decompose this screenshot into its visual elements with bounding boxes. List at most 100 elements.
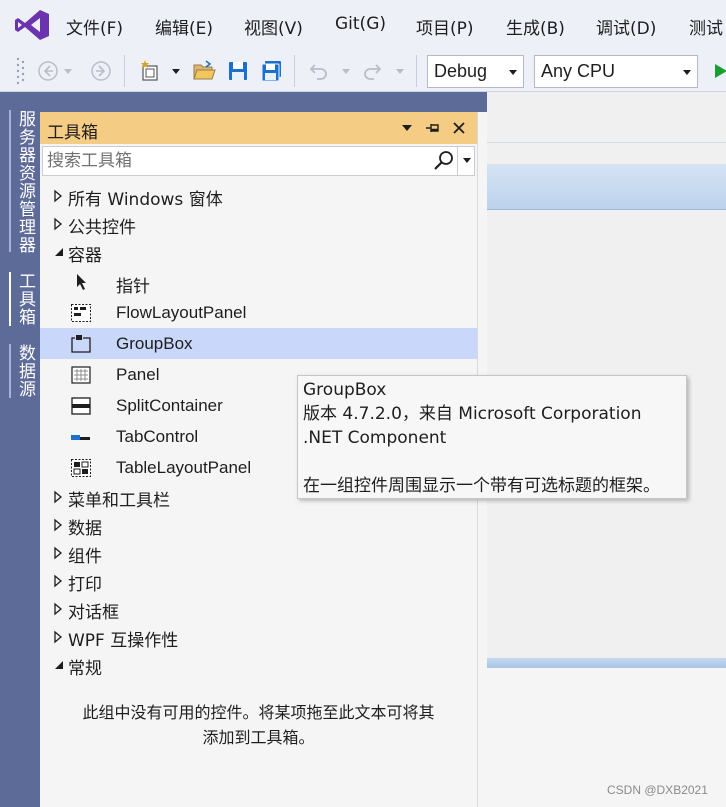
solution-configuration-select[interactable]: Debug — [427, 55, 524, 88]
new-project-icon[interactable] — [137, 57, 165, 85]
group-dialogs[interactable]: 对话框 — [40, 595, 477, 623]
tablelayoutpanel-icon — [71, 459, 91, 477]
flowlayoutpanel-icon — [71, 304, 91, 322]
redo-dropdown-icon[interactable] — [394, 62, 406, 80]
menu-view[interactable]: 视图(V) — [244, 14, 303, 39]
visual-studio-logo-icon[interactable] — [14, 9, 50, 41]
empty-message-line: 此组中没有可用的控件。将某项拖至此文本可将其 — [82, 703, 435, 722]
pointer-icon — [77, 274, 86, 290]
group-general[interactable]: 常规 — [40, 651, 477, 679]
groupbox-icon — [71, 335, 91, 353]
group-label: 数据 — [68, 519, 102, 539]
item-label: Panel — [116, 365, 160, 384]
designer-tab-area — [487, 142, 726, 164]
menu-bar: 文件(F) 编辑(E) 视图(V) Git(G) 项目(P) 生成(B) 调试(… — [0, 0, 726, 50]
group-containers[interactable]: 容器 — [40, 238, 477, 266]
expand-triangle-icon[interactable] — [52, 518, 66, 532]
save-icon[interactable] — [224, 57, 252, 85]
menu-test[interactable]: 测试 — [689, 14, 723, 39]
pin-icon[interactable] — [423, 118, 443, 138]
group-all-windows-forms[interactable]: 所有 Windows 窗体 — [40, 182, 477, 210]
menu-build[interactable]: 生成(B) — [506, 14, 565, 39]
back-dropdown-icon[interactable] — [62, 62, 74, 80]
item-label: FlowLayoutPanel — [116, 303, 247, 322]
tab-toolbox[interactable]: 工具箱 — [13, 272, 38, 326]
item-label: GroupBox — [116, 334, 193, 353]
empty-group-message: 此组中没有可用的控件。将某项拖至此文本可将其 添加到工具箱。 — [40, 700, 477, 750]
groupbox-tooltip: GroupBox 版本 4.7.2.0，来自 Microsoft Corpora… — [297, 375, 687, 499]
form-bottom-border — [487, 658, 726, 668]
collapse-triangle-icon[interactable] — [52, 658, 66, 672]
group-label: 公共控件 — [68, 218, 136, 238]
group-wpf-interop[interactable]: WPF 互操作性 — [40, 623, 477, 651]
group-label: 对话框 — [68, 603, 119, 623]
menu-git[interactable]: Git(G) — [335, 14, 386, 34]
form-title-bar[interactable] — [487, 164, 726, 210]
search-icon[interactable] — [433, 150, 455, 172]
toolbox-item-groupbox[interactable]: GroupBox — [40, 328, 477, 359]
new-project-dropdown-icon[interactable] — [170, 62, 182, 80]
toolbox-search-box — [42, 146, 475, 176]
search-input[interactable] — [47, 149, 417, 173]
group-label: 常规 — [68, 659, 102, 679]
expand-triangle-icon[interactable] — [52, 602, 66, 616]
tooltip-title: GroupBox — [303, 380, 387, 400]
chevron-down-icon — [683, 70, 691, 75]
window-position-dropdown-icon[interactable] — [397, 118, 417, 138]
panel-icon — [71, 366, 91, 384]
group-label: 所有 Windows 窗体 — [68, 190, 223, 210]
tooltip-kind: .NET Component — [303, 428, 447, 448]
undo-dropdown-icon[interactable] — [340, 62, 352, 80]
save-all-icon[interactable] — [258, 57, 286, 85]
item-label: SplitContainer — [116, 396, 223, 415]
toolbar-grip-icon[interactable] — [16, 56, 26, 86]
group-components[interactable]: 组件 — [40, 539, 477, 567]
standard-toolbar: Debug Any CPU — [0, 50, 726, 92]
tab-server-explorer[interactable]: 服务器资源管理器 — [13, 110, 38, 254]
open-file-icon[interactable] — [190, 57, 218, 85]
expand-triangle-icon[interactable] — [52, 490, 66, 504]
item-label: TableLayoutPanel — [116, 458, 252, 477]
start-debug-icon[interactable] — [706, 57, 726, 85]
tooltip-version: 版本 4.7.2.0，来自 Microsoft Corporation — [303, 404, 642, 424]
navigate-forward-icon[interactable] — [87, 57, 115, 85]
empty-message-line: 添加到工具箱。 — [202, 728, 315, 747]
group-label: 组件 — [68, 547, 102, 567]
toolbox-item-pointer[interactable]: 指针 — [40, 266, 477, 297]
toolbox-item-flowlayoutpanel[interactable]: FlowLayoutPanel — [40, 297, 477, 328]
close-icon[interactable] — [449, 118, 469, 138]
tooltip-description: 在一组控件周围显示一个带有可选标题的框架。 — [303, 476, 660, 496]
item-label: TabControl — [116, 427, 199, 446]
solution-platform-value: Any CPU — [541, 61, 616, 81]
toolbox-title-bar[interactable]: 工具箱 — [40, 112, 477, 144]
group-data[interactable]: 数据 — [40, 511, 477, 539]
menu-file[interactable]: 文件(F) — [66, 14, 123, 39]
splitcontainer-icon — [71, 397, 91, 415]
item-label: 指针 — [116, 277, 150, 296]
collapse-triangle-icon[interactable] — [52, 245, 66, 259]
menu-project[interactable]: 项目(P) — [416, 14, 474, 39]
group-label: 菜单和工具栏 — [68, 491, 170, 511]
menu-debug[interactable]: 调试(D) — [596, 14, 656, 39]
redo-icon[interactable] — [358, 57, 386, 85]
group-common-controls[interactable]: 公共控件 — [40, 210, 477, 238]
search-options-dropdown-icon[interactable] — [463, 158, 471, 163]
group-label: WPF 互操作性 — [68, 631, 179, 651]
left-dock-strip: 服务器资源管理器 工具箱 数据源 — [0, 92, 40, 807]
expand-triangle-icon[interactable] — [52, 630, 66, 644]
expand-triangle-icon[interactable] — [52, 189, 66, 203]
chevron-down-icon — [509, 70, 517, 75]
tabcontrol-icon — [71, 435, 90, 440]
expand-triangle-icon[interactable] — [52, 574, 66, 588]
navigate-back-icon[interactable] — [34, 57, 62, 85]
group-label: 打印 — [68, 575, 102, 595]
group-printing[interactable]: 打印 — [40, 567, 477, 595]
expand-triangle-icon[interactable] — [52, 546, 66, 560]
menu-edit[interactable]: 编辑(E) — [155, 14, 213, 39]
expand-triangle-icon[interactable] — [52, 217, 66, 231]
undo-icon[interactable] — [305, 57, 333, 85]
watermark: CSDN @DXB2021 — [607, 783, 708, 797]
tab-data-sources[interactable]: 数据源 — [13, 344, 38, 398]
solution-configuration-value: Debug — [434, 61, 488, 81]
solution-platform-select[interactable]: Any CPU — [534, 55, 698, 88]
